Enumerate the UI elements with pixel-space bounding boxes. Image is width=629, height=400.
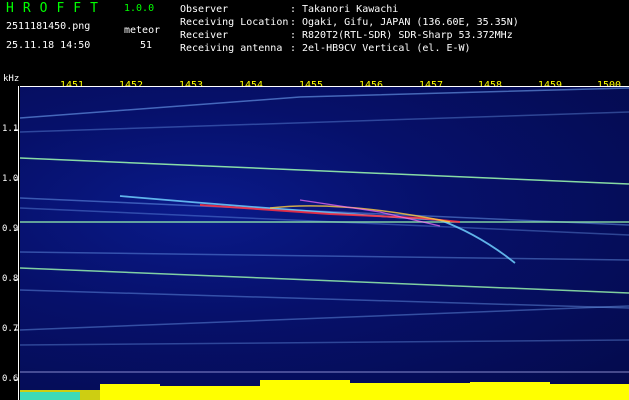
carrier-traces: [19, 87, 629, 346]
signal-level-cyan: [20, 392, 80, 400]
signal-level-bar: [20, 380, 629, 400]
meteor-echoes: [119, 195, 516, 264]
freq-tick-marks: [14, 129, 19, 381]
spectrogram-traces: [14, 87, 629, 400]
